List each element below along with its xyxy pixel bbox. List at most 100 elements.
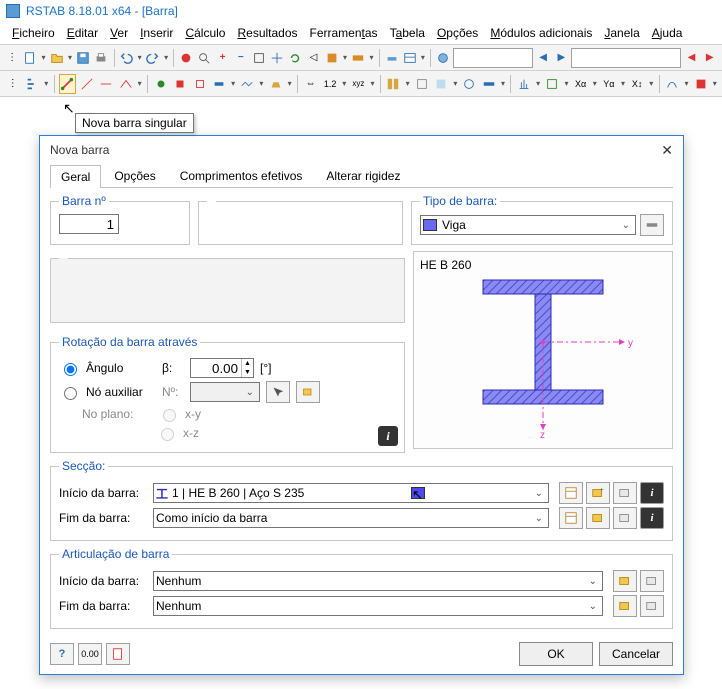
- new-section-button[interactable]: [586, 507, 610, 529]
- tool-e2-icon[interactable]: [413, 74, 430, 94]
- menu-ficheiro[interactable]: Ficheiro: [8, 24, 59, 42]
- angulo-input[interactable]: [191, 359, 241, 377]
- tool-b1-icon[interactable]: [78, 74, 95, 94]
- tab-opcoes[interactable]: Opções: [103, 164, 166, 187]
- tool-b3-icon[interactable]: [117, 74, 134, 94]
- tool-e3-icon[interactable]: [432, 74, 449, 94]
- new-node-button[interactable]: [296, 381, 320, 403]
- new-section-button[interactable]: +: [586, 482, 610, 504]
- tipo-combo[interactable]: Viga ⌄: [420, 215, 636, 235]
- barra-no-input[interactable]: [59, 214, 119, 234]
- tool-f5-icon[interactable]: X↕: [628, 74, 645, 94]
- tool-e3-dropdown[interactable]: [452, 74, 459, 94]
- close-button[interactable]: ✕: [661, 142, 673, 159]
- view2-dropdown[interactable]: [368, 48, 374, 68]
- undo-dropdown[interactable]: [137, 48, 143, 68]
- label-dropdown[interactable]: [341, 74, 348, 94]
- tool-f2-icon[interactable]: [544, 74, 561, 94]
- next-icon[interactable]: ▶: [553, 48, 569, 68]
- angulo-spinner[interactable]: ▲▼: [190, 358, 254, 378]
- menu-ferramentas[interactable]: Ferramentas: [306, 24, 382, 42]
- art-inicio-combo[interactable]: Nenhum ⌄: [153, 571, 603, 591]
- menu-ver[interactable]: Ver: [106, 24, 132, 42]
- spin-down-icon[interactable]: ▼: [241, 368, 253, 377]
- sec-fim-combo[interactable]: Como início da barra ⌄: [153, 508, 549, 528]
- radio-angulo[interactable]: [64, 363, 77, 376]
- xyz-icon[interactable]: xyz: [350, 74, 367, 94]
- tipo-settings-button[interactable]: [640, 214, 664, 236]
- tab-comprimentos[interactable]: Comprimentos efetivos: [169, 164, 314, 187]
- report-button[interactable]: [106, 643, 130, 665]
- nav-tree-dropdown[interactable]: [43, 74, 50, 94]
- globe-icon[interactable]: [435, 48, 451, 68]
- edit-hinge-button[interactable]: [640, 595, 664, 617]
- cancel-button[interactable]: Cancelar: [599, 642, 673, 666]
- edit-section-button[interactable]: [613, 507, 637, 529]
- new-hinge-button[interactable]: [613, 570, 637, 592]
- tool-g2-icon[interactable]: [692, 74, 709, 94]
- menu-resultados[interactable]: Resultados: [233, 24, 301, 42]
- table-icon[interactable]: [402, 48, 418, 68]
- tool-c4-icon[interactable]: [210, 74, 227, 94]
- spin-up-icon[interactable]: ▲: [241, 359, 253, 368]
- new-member-button[interactable]: [59, 74, 76, 94]
- view1-dropdown[interactable]: [342, 48, 348, 68]
- sec-inicio-combo[interactable]: 工 1 | HE B 260 | Aço S 235 ↖ ⌄: [153, 483, 549, 503]
- toolbar-combo-1[interactable]: [453, 48, 533, 68]
- library-button[interactable]: [559, 507, 583, 529]
- tool-c4-dropdown[interactable]: [230, 74, 237, 94]
- prev-icon[interactable]: ◀: [535, 48, 551, 68]
- tool-c1-icon[interactable]: [152, 74, 169, 94]
- tool-b3-dropdown[interactable]: [136, 74, 143, 94]
- tool-e5-icon[interactable]: [480, 74, 497, 94]
- edit-hinge-button[interactable]: [640, 570, 664, 592]
- redo-dropdown[interactable]: [163, 48, 169, 68]
- menu-modulos[interactable]: Módulos adicionais: [486, 24, 596, 42]
- tool-e1-dropdown[interactable]: [404, 74, 411, 94]
- item-icon[interactable]: [383, 48, 399, 68]
- menu-calculo[interactable]: Cálculo: [181, 24, 229, 42]
- tool-f2-dropdown[interactable]: [563, 74, 570, 94]
- tool-f3-dropdown[interactable]: [591, 74, 598, 94]
- tool-f4-dropdown[interactable]: [620, 74, 627, 94]
- menu-ajuda[interactable]: Ajuda: [648, 24, 687, 42]
- radio-no-auxiliar[interactable]: [64, 387, 77, 400]
- tool-f3-icon[interactable]: Xα: [572, 74, 589, 94]
- open-file-dropdown[interactable]: [67, 48, 73, 68]
- library-button[interactable]: [559, 482, 583, 504]
- save-button[interactable]: [75, 48, 91, 68]
- tool-f5-dropdown[interactable]: [648, 74, 655, 94]
- tool-c6-dropdown[interactable]: [286, 74, 293, 94]
- refresh-icon[interactable]: [287, 48, 303, 68]
- tab-geral[interactable]: Geral: [50, 165, 101, 188]
- minus-icon[interactable]: −: [233, 48, 249, 68]
- expand-icon[interactable]: [251, 48, 267, 68]
- new-file-button[interactable]: [22, 48, 38, 68]
- nav-tree-icon[interactable]: [23, 74, 40, 94]
- tool-e1-icon[interactable]: [385, 74, 402, 94]
- magnifier-icon[interactable]: [196, 48, 212, 68]
- tool-g1-dropdown[interactable]: [683, 74, 690, 94]
- tool-c6-icon[interactable]: [267, 74, 284, 94]
- new-file-dropdown[interactable]: [40, 48, 46, 68]
- tool-b2-icon[interactable]: [97, 74, 114, 94]
- tool-f1-icon[interactable]: [515, 74, 532, 94]
- tool-f1-dropdown[interactable]: [535, 74, 542, 94]
- print-button[interactable]: [93, 48, 109, 68]
- tool-g2-dropdown[interactable]: [711, 74, 718, 94]
- info-button[interactable]: i: [640, 507, 664, 529]
- tool-e5-dropdown[interactable]: [500, 74, 507, 94]
- xyz-dropdown[interactable]: [369, 74, 376, 94]
- art-fim-combo[interactable]: Nenhum ⌄: [153, 596, 603, 616]
- pick-node-button[interactable]: [266, 381, 290, 403]
- tool-c2-icon[interactable]: [171, 74, 188, 94]
- tool-g1-icon[interactable]: [664, 74, 681, 94]
- tool-e4-icon[interactable]: [461, 74, 478, 94]
- menu-janela[interactable]: Janela: [600, 24, 643, 42]
- view1-icon[interactable]: [324, 48, 340, 68]
- tool-f4-icon[interactable]: Yα: [600, 74, 617, 94]
- tool-d1-icon[interactable]: ⇔: [302, 74, 319, 94]
- menu-inserir[interactable]: Inserir: [136, 24, 177, 42]
- toolbar-combo-2[interactable]: [571, 48, 681, 68]
- table-dropdown[interactable]: [420, 48, 426, 68]
